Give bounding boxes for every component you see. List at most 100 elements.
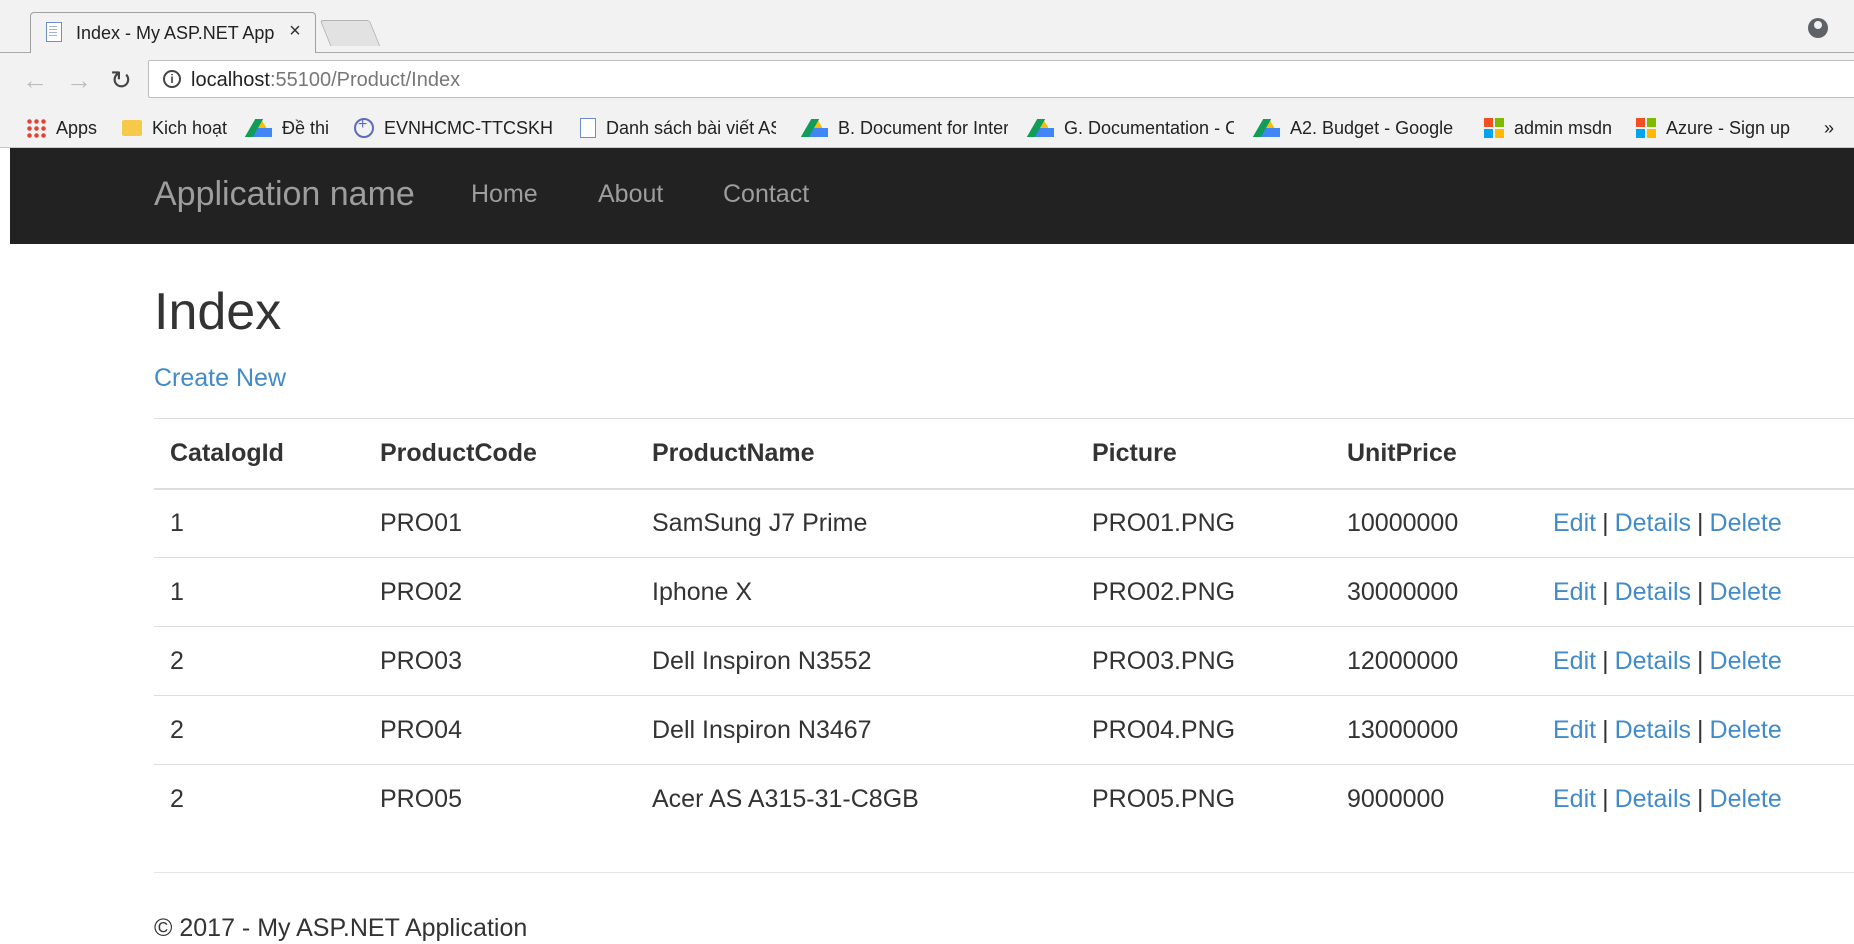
table-row: 1 PRO01 SamSung J7 Prime PRO01.PNG 10000…: [154, 489, 1854, 558]
edit-link[interactable]: Edit: [1553, 647, 1596, 675]
separator: |: [1697, 646, 1704, 675]
cell-catalogid: 1: [170, 508, 184, 537]
separator: |: [1602, 646, 1609, 675]
cell-productcode: PRO05: [364, 764, 636, 834]
cell-picture: PRO05.PNG: [1076, 764, 1331, 834]
bookmark-kich-hoat[interactable]: Kich hoạt: [122, 113, 227, 143]
bookmark-evnhcmc[interactable]: EVNHCMC-TTCSKH |: [354, 113, 554, 143]
bookmark-azure[interactable]: Azure - Sign up: [1636, 113, 1790, 143]
bookmark-danh-sach[interactable]: Danh sách bài viết AS: [580, 113, 776, 143]
folder-icon: [122, 120, 142, 136]
bookmark-b-document[interactable]: B. Document for Inter: [806, 113, 1008, 143]
cell-productname: Dell Inspiron N3552: [636, 626, 1076, 696]
back-arrow-icon[interactable]: ←: [18, 63, 52, 97]
cell-picture: PRO01.PNG: [1092, 508, 1236, 537]
nav-contact[interactable]: Contact: [723, 178, 809, 210]
separator: |: [1602, 577, 1609, 606]
nav-home[interactable]: Home: [471, 178, 538, 210]
table-row: 2 PRO03 Dell Inspiron N3552 PRO03.PNG 12…: [154, 626, 1854, 696]
bookmark-de-thi[interactable]: Đề thi: [250, 113, 329, 143]
cell-productcode: PRO01: [380, 508, 462, 537]
cell-actions: Edit | Details | Delete: [1537, 695, 1854, 765]
delete-link[interactable]: Delete: [1710, 647, 1782, 675]
cell-actions: Edit | Details | Delete: [1537, 557, 1854, 627]
delete-link[interactable]: Delete: [1710, 716, 1782, 744]
cell-actions: Edit | Details | Delete: [1537, 626, 1854, 696]
info-icon[interactable]: i: [163, 70, 181, 88]
cell-catalogid: 2: [154, 764, 364, 834]
cell-catalogid: 2: [154, 695, 364, 765]
products-table: CatalogId ProductCode ProductName Pictur…: [154, 418, 1854, 834]
cell-unitprice: 12000000: [1331, 626, 1537, 696]
footer-divider: [154, 872, 1854, 873]
new-tab-button[interactable]: [319, 20, 381, 46]
address-bar[interactable]: i localhost:55100/Product/Index: [148, 60, 1854, 98]
edit-link[interactable]: Edit: [1553, 578, 1596, 606]
details-link[interactable]: Details: [1615, 647, 1691, 675]
tab-close-icon[interactable]: ×: [284, 18, 306, 44]
cell-actions: Edit | Details | Delete: [1537, 764, 1854, 834]
bookmark-a2-budget[interactable]: A2. Budget - Google: [1258, 113, 1453, 143]
nav-about[interactable]: About: [598, 178, 663, 210]
details-link[interactable]: Details: [1615, 509, 1691, 537]
cell-actions: Edit | Details | Delete: [1537, 489, 1854, 558]
separator: |: [1697, 577, 1704, 606]
delete-link[interactable]: Delete: [1710, 785, 1782, 813]
table-row: 2 PRO04 Dell Inspiron N3467 PRO04.PNG 13…: [154, 695, 1854, 765]
cell-unitprice: 9000000: [1331, 764, 1537, 834]
header-catalogid: CatalogId: [154, 418, 364, 490]
cell-picture: PRO02.PNG: [1076, 557, 1331, 627]
separator: |: [1602, 784, 1609, 813]
page-title: Index: [154, 283, 282, 341]
microsoft-icon: [1484, 118, 1504, 138]
separator: |: [1697, 715, 1704, 744]
reload-icon[interactable]: ↻: [104, 63, 138, 97]
separator: |: [1697, 784, 1704, 813]
bookmark-admin-msdn[interactable]: admin msdn: [1484, 113, 1612, 143]
bookmark-apps[interactable]: Apps: [26, 113, 97, 143]
google-drive-icon: [1258, 119, 1280, 137]
cell-unitprice: 30000000: [1331, 557, 1537, 627]
browser-toolbar: ← → ↻ i localhost:55100/Product/Index: [0, 53, 1854, 109]
apps-grid-icon: [26, 118, 46, 138]
edit-link[interactable]: Edit: [1553, 716, 1596, 744]
header-productcode: ProductCode: [364, 418, 636, 490]
bookmark-g-documentation[interactable]: G. Documentation - C: [1032, 113, 1234, 143]
table-row: 2 PRO05 Acer AS A315-31-C8GB PRO05.PNG 9…: [154, 764, 1854, 834]
cell-productname: Dell Inspiron N3467: [636, 695, 1076, 765]
bookmarks-overflow-button[interactable]: »: [1824, 113, 1834, 143]
edit-link[interactable]: Edit: [1553, 509, 1596, 537]
separator: |: [1697, 508, 1704, 537]
separator: |: [1602, 715, 1609, 744]
footer-text: © 2017 - My ASP.NET Application: [154, 914, 528, 942]
forward-arrow-icon[interactable]: →: [62, 63, 96, 97]
details-link[interactable]: Details: [1615, 716, 1691, 744]
delete-link[interactable]: Delete: [1710, 509, 1782, 537]
brand-link[interactable]: Application name: [154, 174, 415, 214]
cell-catalogid: 2: [154, 626, 364, 696]
google-drive-icon: [806, 119, 828, 137]
cell-catalogid: 1: [154, 557, 364, 627]
delete-link[interactable]: Delete: [1710, 578, 1782, 606]
cell-productname: Acer AS A315-31-C8GB: [636, 764, 1076, 834]
header-unitprice: UnitPrice: [1331, 418, 1537, 490]
microsoft-icon: [1636, 118, 1656, 138]
details-link[interactable]: Details: [1615, 578, 1691, 606]
bookmarks-bar: Apps Kich hoạt Đề thi EVNHCMC-TTCSKH | D…: [0, 109, 1854, 148]
page-icon: [46, 22, 62, 42]
cell-productname: Iphone X: [636, 557, 1076, 627]
header-actions: [1537, 418, 1854, 490]
profile-icon[interactable]: [1808, 18, 1828, 38]
google-drive-icon: [1032, 119, 1054, 137]
tab-title: Index - My ASP.NET Appl: [76, 23, 274, 43]
url-text: localhost:55100/Product/Index: [191, 69, 461, 91]
details-link[interactable]: Details: [1615, 785, 1691, 813]
header-productname: ProductName: [636, 418, 1076, 490]
edit-link[interactable]: Edit: [1553, 785, 1596, 813]
cell-productcode: PRO03: [364, 626, 636, 696]
separator: |: [1602, 508, 1609, 537]
table-header-row: CatalogId ProductCode ProductName Pictur…: [154, 418, 1854, 490]
table-row: 1 PRO02 Iphone X PRO02.PNG 30000000 Edit…: [154, 557, 1854, 627]
cell-productcode: PRO02: [364, 557, 636, 627]
create-new-link[interactable]: Create New: [154, 362, 286, 394]
